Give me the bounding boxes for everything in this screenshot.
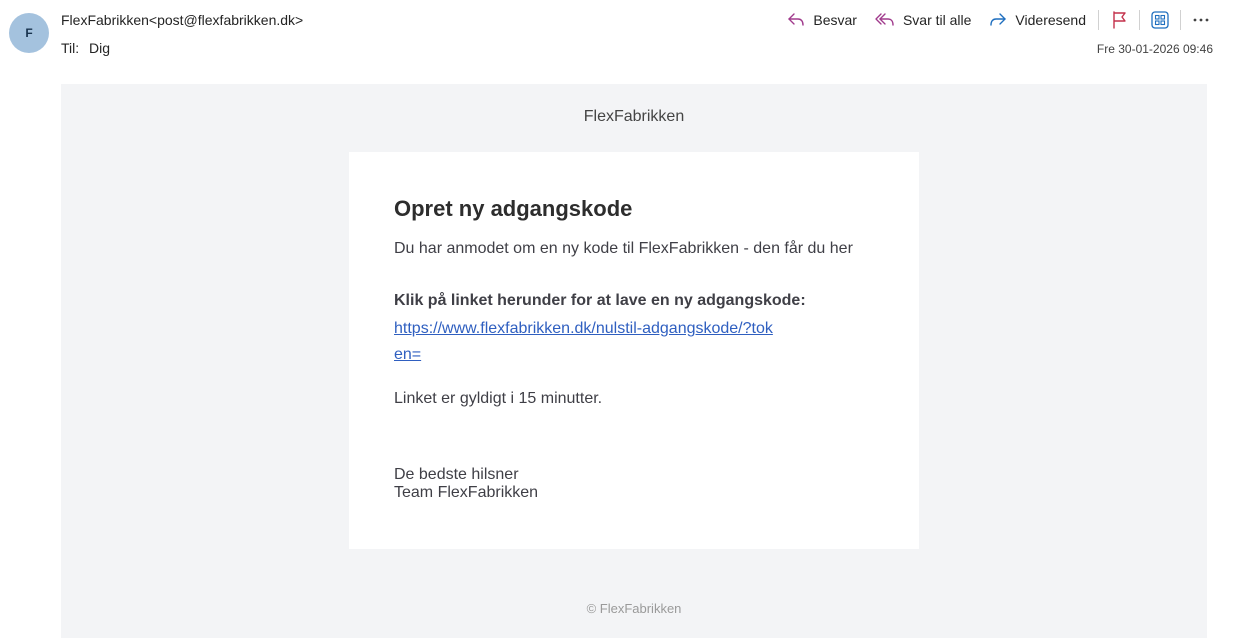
email-body: FlexFabrikken Opret ny adgangskode Du ha…: [61, 84, 1207, 638]
forward-label: Videresend: [1015, 12, 1086, 28]
recipient-name[interactable]: Dig: [89, 40, 110, 56]
more-icon: [1193, 18, 1209, 22]
reply-button[interactable]: Besvar: [783, 8, 861, 32]
sender-avatar[interactable]: F: [9, 13, 49, 53]
sign-off-greeting: De bedste hilsner: [394, 466, 519, 483]
sign-off-team: Team FlexFabrikken: [394, 484, 539, 501]
to-label: Til:: [61, 40, 80, 56]
copyright-footer: © FlexFabrikken: [586, 601, 682, 616]
flag-icon: [1113, 11, 1126, 29]
email-card: Opret ny adgangskode Du har anmodet om e…: [349, 152, 919, 549]
reply-icon: [788, 13, 805, 26]
message-actions-toolbar: Besvar Svar til alle Videresend: [783, 8, 1213, 32]
recipient-line: Til: Dig: [61, 40, 110, 56]
reply-label: Besvar: [813, 12, 857, 28]
sign-off: De bedste hilsner Team FlexFabrikken: [394, 466, 874, 502]
reply-all-label: Svar til alle: [902, 12, 972, 28]
apps-icon: [1151, 11, 1169, 29]
flag-button[interactable]: [1107, 8, 1131, 32]
more-actions-button[interactable]: [1189, 8, 1213, 32]
toolbar-divider: [1098, 10, 1099, 30]
forward-icon: [990, 13, 1007, 26]
toolbar-divider: [1180, 10, 1181, 30]
validity-text: Linket er gyldigt i 15 minutter.: [394, 390, 603, 407]
brand-name: FlexFabrikken: [583, 108, 685, 125]
instruction-text: Klik på linket herunder for at lave en n…: [394, 292, 806, 309]
reset-password-link[interactable]: https://www.flexfabrikken.dk/nulstil-adg…: [394, 316, 774, 368]
sent-date: Fre 30-01-2026 09:46: [1096, 42, 1213, 56]
sender-name[interactable]: FlexFabrikken<post@flexfabrikken.dk>: [61, 12, 303, 28]
email-title: Opret ny adgangskode: [394, 196, 633, 221]
apps-button[interactable]: [1148, 8, 1172, 32]
intro-text: Du har anmodet om en ny kode til FlexFab…: [394, 240, 853, 257]
email-header: F FlexFabrikken<post@flexfabrikken.dk> T…: [0, 0, 1233, 84]
reply-all-button[interactable]: Svar til alle: [871, 8, 975, 32]
reply-all-icon: [875, 13, 894, 26]
forward-button[interactable]: Videresend: [985, 8, 1090, 32]
toolbar-divider: [1139, 10, 1140, 30]
